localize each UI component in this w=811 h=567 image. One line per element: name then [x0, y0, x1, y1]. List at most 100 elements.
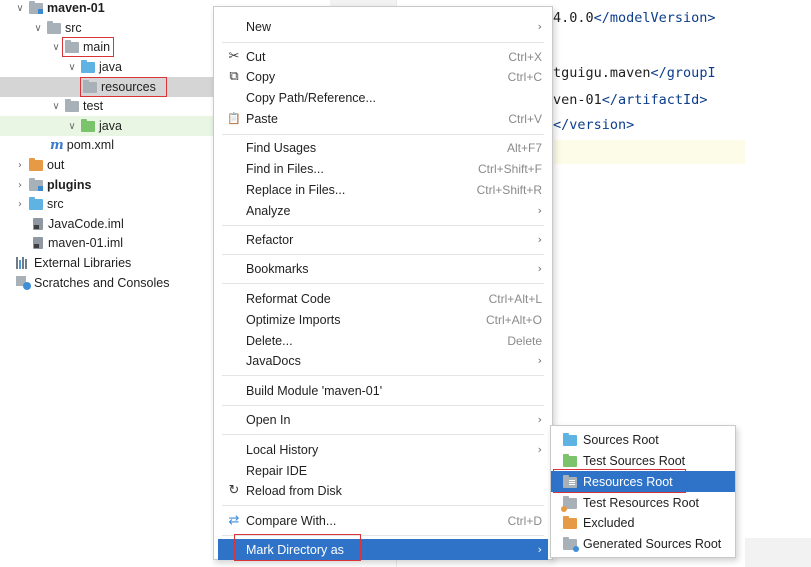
chevron-down-icon[interactable]: ∨: [14, 3, 26, 14]
menu-item-label: Reload from Disk: [246, 483, 342, 498]
chevron-right-icon: ›: [537, 262, 542, 275]
chevron-down-icon[interactable]: ∨: [66, 121, 78, 132]
editor-bottom-strip: [745, 538, 811, 567]
menu-item-shortcut: Ctrl+X: [508, 49, 542, 64]
tree-node-label: resources: [101, 80, 156, 94]
menu-item-optimize-imports[interactable]: Optimize Imports Ctrl+Alt+O: [214, 309, 552, 330]
module-folder-icon: [29, 177, 43, 191]
menu-item-cut[interactable]: ✂ Cut Ctrl+X: [214, 46, 552, 67]
menu-item-compare-with[interactable]: ⇄ Compare With... Ctrl+D: [214, 510, 552, 531]
menu-item-refactor[interactable]: Refactor ›: [214, 229, 552, 250]
menu-item-label: Local History: [246, 442, 319, 457]
folder-icon: [65, 39, 79, 53]
menu-item-label: Refactor: [246, 232, 294, 247]
submenu-item-label: Excluded: [583, 515, 635, 530]
test-source-folder-icon: [81, 118, 95, 132]
tree-node-label: Scratches and Consoles: [34, 276, 170, 290]
compare-icon: ⇄: [228, 513, 240, 528]
test-resources-root-icon: [561, 496, 577, 512]
submenu-item-generated-sources-root[interactable]: Generated Sources Root: [551, 533, 735, 554]
menu-item-label: Reformat Code: [246, 291, 331, 306]
source-folder-icon: [81, 59, 95, 73]
chevron-right-icon[interactable]: ›: [14, 199, 26, 210]
code-text: ven-01: [553, 92, 602, 108]
submenu-item-test-resources-root[interactable]: Test Resources Root: [551, 492, 735, 513]
menu-item-find-usages[interactable]: Find Usages Alt+F7: [214, 137, 552, 158]
menu-item-bookmarks[interactable]: Bookmarks ›: [214, 258, 552, 279]
menu-item-shortcut: Ctrl+D: [507, 513, 542, 528]
code-line-model-version[interactable]: 4.0.0</modelVersion>: [553, 10, 716, 26]
chevron-right-icon: ›: [537, 204, 542, 217]
menu-item-build-module[interactable]: Build Module 'maven-01': [214, 380, 552, 401]
submenu-item-test-sources-root[interactable]: Test Sources Root: [551, 450, 735, 471]
folder-icon: [65, 98, 79, 112]
menu-item-new[interactable]: New ›: [214, 16, 552, 37]
submenu-item-sources-root[interactable]: Sources Root: [551, 429, 735, 450]
menu-separator: [222, 225, 544, 226]
chevron-right-icon: ›: [537, 20, 542, 33]
chevron-down-icon[interactable]: ∨: [32, 23, 44, 34]
code-line-artifact-id[interactable]: ven-01</artifactId>: [553, 92, 707, 108]
menu-item-local-history[interactable]: Local History ›: [214, 439, 552, 460]
menu-item-label: Open In: [246, 412, 291, 427]
menu-item-delete[interactable]: Delete... Delete: [214, 330, 552, 351]
menu-item-reload-from-disk[interactable]: ↻ Reload from Disk: [214, 480, 552, 501]
menu-item-label: Build Module 'maven-01': [246, 383, 383, 398]
menu-item-reformat-code[interactable]: Reformat Code Ctrl+Alt+L: [214, 288, 552, 309]
resources-root-highlight-box: [553, 469, 686, 493]
menu-item-copy[interactable]: ⧉ Copy Ctrl+C: [214, 66, 552, 87]
tree-node-label: maven-01: [47, 1, 105, 15]
mark-directory-highlight-box: [234, 534, 361, 561]
menu-item-paste[interactable]: 📋 Paste Ctrl+V: [214, 108, 552, 129]
code-text: tguigu.maven: [553, 65, 651, 81]
menu-item-javadocs[interactable]: JavaDocs ›: [214, 350, 552, 371]
chevron-right-icon: ›: [537, 413, 542, 426]
chevron-right-icon[interactable]: ›: [14, 180, 26, 191]
tree-node-label: test: [83, 99, 104, 113]
submenu-item-label: Test Resources Root: [583, 495, 700, 510]
sources-root-icon: [563, 433, 577, 446]
menu-item-analyze[interactable]: Analyze ›: [214, 200, 552, 221]
tree-node-label: External Libraries: [34, 256, 132, 270]
menu-item-shortcut: Ctrl+C: [507, 69, 542, 84]
chevron-right-icon[interactable]: ›: [14, 160, 26, 171]
tree-node-label: main: [83, 40, 111, 54]
menu-item-replace-in-files[interactable]: Replace in Files... Ctrl+Shift+R: [214, 179, 552, 200]
menu-item-label: Analyze: [246, 203, 291, 218]
copy-icon: ⧉: [229, 69, 239, 84]
libraries-icon: [16, 257, 30, 269]
menu-item-label: Cut: [246, 49, 266, 64]
menu-item-copy-path[interactable]: Copy Path/Reference...: [214, 87, 552, 108]
code-line-version[interactable]: </version>: [553, 117, 634, 133]
module-folder-icon: [29, 0, 43, 14]
menu-separator: [222, 134, 544, 135]
menu-item-shortcut: Alt+F7: [506, 140, 542, 155]
chevron-down-icon[interactable]: ∨: [66, 62, 78, 73]
xml-tag: </artifactId>: [601, 92, 708, 108]
menu-separator: [222, 42, 544, 43]
submenu-item-excluded[interactable]: Excluded: [551, 512, 735, 533]
main-highlight-box: main: [61, 37, 115, 57]
menu-item-find-in-files[interactable]: Find in Files... Ctrl+Shift+F: [214, 158, 552, 179]
submenu-item-label: Generated Sources Root: [583, 536, 722, 551]
menu-item-shortcut: Ctrl+Alt+L: [488, 291, 542, 306]
xml-tag: </version>: [553, 117, 635, 133]
code-text: 4.0.0: [553, 10, 594, 26]
chevron-down-icon[interactable]: ∨: [50, 101, 62, 112]
excluded-folder-icon: [29, 157, 43, 171]
code-line-group-id[interactable]: tguigu.maven</groupI: [553, 65, 716, 81]
tree-node-label: plugins: [47, 178, 92, 192]
menu-item-repair-ide[interactable]: Repair IDE: [214, 460, 552, 481]
resources-highlight-box: resources: [80, 77, 167, 97]
menu-item-label: Copy: [246, 69, 276, 84]
menu-item-label: Replace in Files...: [246, 182, 346, 197]
menu-item-label: Find in Files...: [246, 161, 324, 176]
menu-item-label: Optimize Imports: [246, 312, 341, 327]
chevron-down-icon[interactable]: ∨: [50, 42, 62, 53]
menu-item-shortcut: Ctrl+Alt+O: [485, 312, 542, 327]
menu-item-open-in[interactable]: Open In ›: [214, 409, 552, 430]
menu-separator: [222, 505, 544, 506]
menu-separator: [222, 405, 544, 406]
tree-node-label: src: [47, 197, 64, 211]
menu-item-label: Delete...: [246, 333, 293, 348]
